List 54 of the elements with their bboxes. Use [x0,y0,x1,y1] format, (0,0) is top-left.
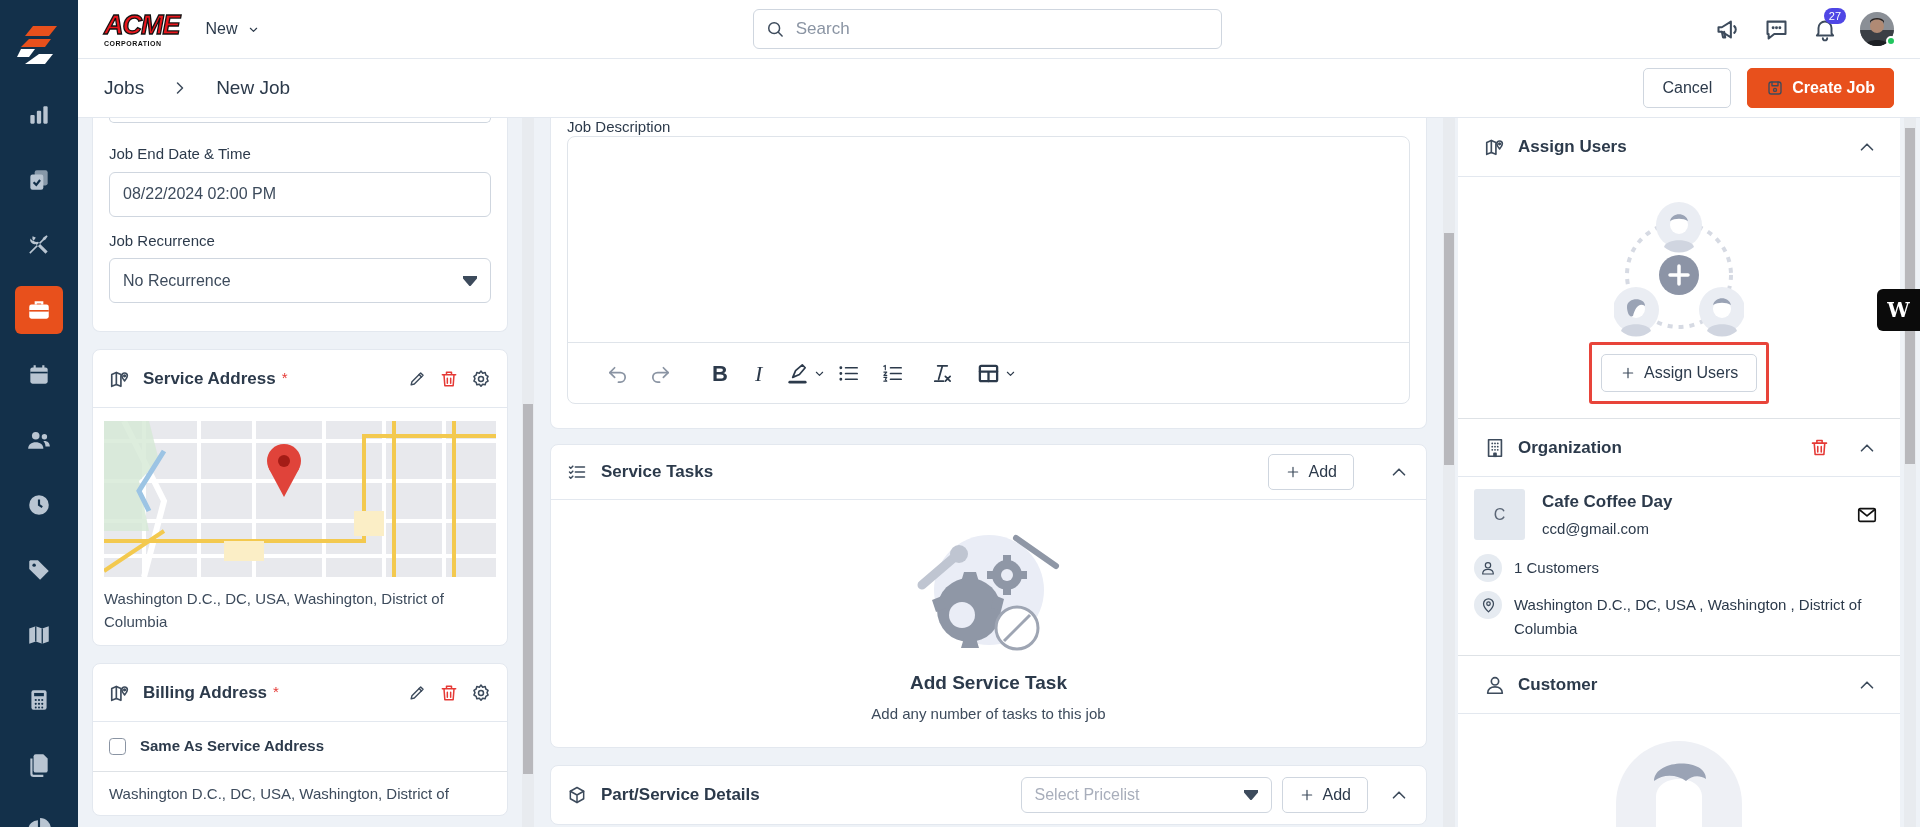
cancel-button[interactable]: Cancel [1643,68,1732,108]
empty-state-title: Add Service Task [910,671,1067,695]
add-part-button[interactable]: Add [1281,777,1368,813]
required-mark: * [273,682,279,703]
search-field[interactable]: Search [752,9,1222,49]
section-title: Organization [1518,436,1622,459]
card-title: Part/Service Details [601,784,760,807]
organization-name: Cafe Coffee Day [1542,491,1673,513]
sidebar-item[interactable] [15,286,63,334]
settings-icon[interactable] [471,682,491,703]
italic-button[interactable]: I [754,356,763,390]
save-icon [1766,79,1785,97]
assign-users-button[interactable]: Assign Users [1601,354,1758,392]
breadcrumb-current: New Job [216,75,291,100]
create-job-button[interactable]: Create Job [1747,68,1894,108]
organization-address: Washington D.C., DC, USA , Washington , District of Columbia [1514,595,1863,639]
empty-state-text: Add any number of tasks to this job [871,703,1106,724]
clock-icon [26,492,52,518]
caret-down-icon [1243,790,1258,800]
field-label: Job Description [567,118,672,136]
notification-count: 27 [1823,8,1846,24]
recurrence-select[interactable]: No Recurrence [109,258,491,303]
field-label: Job End Date & Time [109,144,252,164]
scrollbar[interactable] [522,118,534,827]
brand-logo[interactable]: ACME [104,11,180,39]
settings-icon[interactable] [471,368,491,389]
same-address-checkbox[interactable] [109,738,126,755]
card-title: Billing Address [143,681,268,704]
date-time-field[interactable]: 08/22/2024 02:00 PM [109,171,491,217]
scrollbar[interactable] [1443,118,1455,827]
edit-icon[interactable] [408,683,427,702]
address-text: Washington D.C., DC, USA, Washington, District of Columbia [103,589,445,632]
required-mark: * [281,368,288,389]
edit-icon[interactable] [408,369,427,388]
box-icon [567,785,587,805]
help-widget-button[interactable]: W [1877,289,1920,331]
section-title: Customer [1518,673,1598,696]
section-title: Assign Users [1518,136,1627,159]
add-task-button[interactable]: Add [1267,454,1354,490]
address-text: Washington D.C., DC, USA, Washington, District of [108,784,450,804]
bold-button[interactable]: B [712,356,728,390]
new-menu-button[interactable]: New [205,17,261,41]
user-icon [1480,560,1496,576]
caret-down-icon [463,275,477,286]
checkbox-label: Same As Service Address [140,736,324,757]
card-title: Service Tasks [601,461,714,484]
breadcrumb-link[interactable]: Jobs [104,73,145,103]
organization-avatar: C [1474,489,1525,540]
rich-text-editor[interactable]: B I [567,136,1410,404]
checklist-icon [567,462,587,482]
field-label: Job Recurrence [109,230,216,251]
customer-count: 1 Customers [1514,557,1600,578]
organization-email: ccd@gmail.com [1542,518,1650,539]
card-title: Service Address [143,367,276,390]
